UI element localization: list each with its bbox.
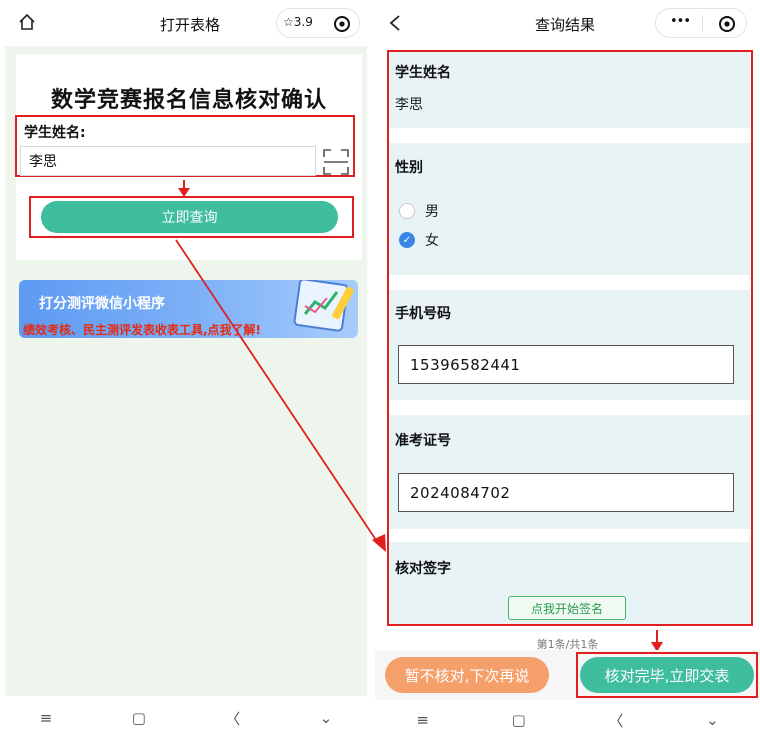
chart-illustration-icon	[293, 280, 354, 332]
close-target-icon[interactable]	[718, 15, 736, 33]
capsule-divider	[702, 15, 703, 31]
top-bar: 查询结果 •••	[375, 0, 760, 46]
menu-icon[interactable]: ≡	[416, 711, 429, 729]
form-highlight	[387, 50, 753, 626]
hide-keyboard-icon[interactable]: ⌄	[706, 711, 719, 729]
query-button[interactable]: 立即查询	[41, 201, 338, 233]
name-input-value: 李思	[29, 154, 57, 170]
mini-program-capsule: •••	[655, 8, 747, 38]
more-icon[interactable]: •••	[670, 14, 691, 29]
confirm-submit-button[interactable]: 核对完毕,立即交表	[580, 657, 754, 693]
name-input[interactable]: 李思	[20, 146, 316, 176]
banner-subtitle: 绩效考核、民主测评发表收表工具,点我了解!	[23, 323, 262, 337]
menu-icon[interactable]: ≡	[40, 709, 53, 727]
system-nav-bar: ≡ ▢ 〈 ⌄	[0, 696, 372, 740]
home-square-icon[interactable]: ▢	[132, 709, 146, 727]
back-arrow-icon[interactable]	[389, 15, 401, 31]
home-square-icon[interactable]: ▢	[512, 711, 526, 729]
name-label: 学生姓名:	[24, 125, 86, 141]
mini-program-capsule: ☆3.9	[276, 8, 360, 38]
right-screen: 查询结果 ••• 学生姓名 李思 性别 男 ✓ 女 手机号码 153965824…	[375, 0, 760, 740]
left-screen: 打开表格 ☆3.9 数学竞赛报名信息核对确认 学生姓名: 李思 立即查询 打分测…	[0, 0, 372, 740]
banner-title: 打分测评微信小程序	[39, 296, 165, 312]
hide-keyboard-icon[interactable]: ⌄	[320, 709, 333, 727]
page-title: 打开表格	[159, 16, 220, 34]
form-heading: 数学竞赛报名信息核对确认	[50, 88, 327, 113]
scan-icon[interactable]	[322, 148, 350, 176]
system-nav-bar: ≡ ▢ 〈 ⌄	[375, 700, 760, 740]
back-icon[interactable]: 〈	[608, 710, 623, 731]
home-icon[interactable]	[18, 13, 36, 31]
back-icon[interactable]: 〈	[225, 708, 240, 729]
top-bar: 打开表格 ☆3.9	[0, 0, 372, 46]
close-target-icon[interactable]	[333, 15, 351, 33]
page-title: 查询结果	[534, 16, 595, 34]
promo-banner[interactable]: 打分测评微信小程序 绩效考核、民主测评发表收表工具,点我了解!	[19, 280, 358, 338]
rating-badge[interactable]: ☆3.9	[283, 15, 313, 29]
defer-button[interactable]: 暂不核对,下次再说	[385, 657, 549, 693]
